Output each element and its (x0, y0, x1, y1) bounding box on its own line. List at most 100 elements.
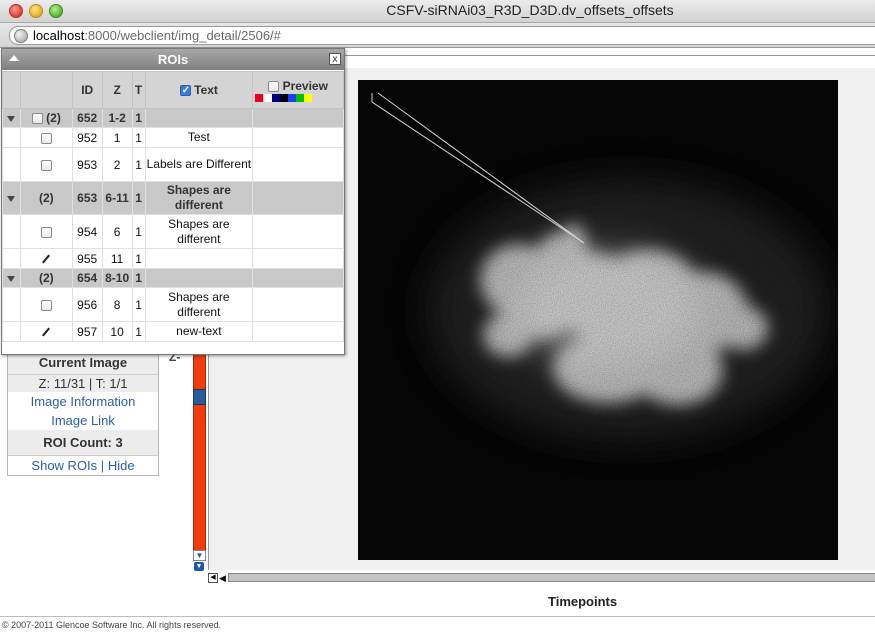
roi-id: 952 (71, 127, 103, 148)
group-select-cell[interactable]: (2) (19, 181, 73, 215)
z-step-down-button[interactable]: ▼ (193, 550, 206, 561)
t-slider-track[interactable] (228, 573, 875, 582)
roi-shape-row[interactable]: 956 8 1 Shapes are different (2, 287, 344, 322)
shape-icon-cell[interactable] (19, 248, 73, 269)
roi-id: 653 (71, 181, 103, 215)
roi-id: 954 (71, 214, 103, 249)
roi-dialog-header[interactable]: ROIs x (2, 49, 344, 70)
roi-id: 652 (71, 108, 103, 128)
text-column-header[interactable]: Text (144, 71, 254, 109)
preview-color-swatch[interactable] (255, 93, 264, 102)
roi-id: 957 (71, 321, 103, 342)
preview-color-swatch[interactable] (288, 93, 297, 102)
roi-z: 8 (101, 287, 133, 322)
close-icon[interactable]: x (329, 53, 341, 65)
rectangle-shape-icon[interactable] (40, 159, 52, 171)
url-path: :8000/webclient/img_detail/2506/# (84, 28, 281, 43)
roi-t: 1 (131, 287, 146, 322)
image-info-panel: Current Image Z: 11/31 | T: 1/1 Image In… (7, 350, 159, 476)
expand-triangle-icon[interactable] (7, 275, 16, 282)
url-field[interactable]: localhost:8000/webclient/img_detail/2506… (9, 26, 875, 45)
footer-copyright: © 2007-2011 Glencoe Software Inc. All ri… (0, 616, 875, 633)
indent-cell (2, 287, 21, 322)
preview-color-swatch[interactable] (296, 93, 305, 102)
rectangle-shape-icon[interactable] (40, 226, 52, 238)
preview-color-swatch[interactable] (264, 93, 273, 102)
roi-shape-row[interactable]: 955 11 1 (2, 248, 344, 269)
image-link[interactable]: Image Link (8, 411, 158, 430)
roi-group-row[interactable]: (2) 652 1-2 1 (2, 108, 344, 128)
roi-shape-row[interactable]: 954 6 1 Shapes are different (2, 214, 344, 249)
line-shape-icon[interactable] (42, 327, 51, 337)
roi-text: Test (144, 127, 254, 148)
roi-text: Shapes are different (144, 181, 254, 215)
group-checkbox[interactable] (31, 113, 43, 125)
t-first-button[interactable]: ◀ (208, 573, 218, 583)
group-count: (2) (46, 111, 61, 125)
indent-cell (2, 127, 21, 148)
address-bar: localhost:8000/webclient/img_detail/2506… (0, 23, 875, 48)
roi-text (144, 108, 254, 128)
z-last-button[interactable]: ▼ (194, 562, 204, 571)
expand-toggle[interactable] (2, 181, 21, 215)
image-information-link[interactable]: Image Information (8, 392, 158, 411)
roi-group-row[interactable]: (2) 653 6-11 1 Shapes are different (2, 181, 344, 215)
z-slider-handle[interactable] (193, 389, 206, 405)
microscopy-image[interactable] (358, 80, 838, 560)
roi-shape-row[interactable]: 952 1 1 Test (2, 127, 344, 148)
z-slider-track[interactable] (193, 350, 206, 557)
roi-preview (252, 181, 344, 215)
roi-t: 1 (131, 127, 146, 148)
roi-count: ROI Count: 3 (8, 430, 158, 455)
hide-rois-link[interactable]: Hide (108, 458, 135, 473)
rectangle-shape-icon[interactable] (40, 299, 52, 311)
roi-group-row[interactable]: (2) 654 8-10 1 (2, 268, 344, 288)
roi-table: ID Z T Text Preview (2)6521-2195211Test9… (2, 71, 344, 342)
group-select-cell[interactable]: (2) (19, 108, 73, 128)
group-count: (2) (38, 271, 54, 285)
zoom-window-button[interactable] (49, 4, 63, 18)
roi-dialog: ROIs x ID Z T Text Preview (2)6521-21952… (1, 48, 345, 355)
roi-z: 2 (101, 147, 133, 182)
expand-toggle[interactable] (2, 268, 21, 288)
roi-text (144, 248, 254, 269)
preview-color-swatch[interactable] (304, 93, 313, 102)
window-titlebar: CSFV-siRNAi03_R3D_D3D.dv_offsets_offsets (0, 0, 875, 23)
roi-text: Shapes are different (144, 214, 254, 249)
shape-icon-cell[interactable] (19, 127, 73, 148)
roi-t: 1 (131, 321, 146, 342)
expand-toggle[interactable] (2, 108, 21, 128)
roi-t: 1 (131, 268, 146, 288)
preview-toggle-checkbox[interactable] (268, 80, 280, 92)
expand-column-header (2, 71, 21, 109)
expand-triangle-icon[interactable] (7, 115, 16, 122)
roi-shape-row[interactable]: 953 2 1 Labels are Different (2, 147, 344, 182)
roi-z: 6-11 (101, 181, 133, 215)
t-step-back-button[interactable]: ◀ (219, 573, 227, 584)
rectangle-shape-icon[interactable] (40, 132, 52, 144)
roi-id: 654 (71, 268, 103, 288)
line-shape-icon[interactable] (42, 254, 51, 264)
expand-triangle-icon[interactable] (7, 195, 16, 202)
shape-icon-cell[interactable] (19, 321, 73, 342)
minimize-window-button[interactable] (29, 4, 43, 18)
roi-t: 1 (131, 214, 146, 249)
preview-column-label: Preview (282, 78, 328, 93)
roi-visibility-links: Show ROIs | Hide (8, 455, 158, 475)
text-toggle-checkbox[interactable] (179, 85, 191, 97)
roi-z: 10 (101, 321, 133, 342)
shape-icon-cell[interactable] (19, 147, 73, 182)
preview-color-swatch[interactable] (280, 93, 289, 102)
roi-z: 1 (101, 127, 133, 148)
preview-column-header[interactable]: Preview (252, 71, 344, 109)
preview-color-swatches (253, 93, 343, 102)
image-canvas (358, 80, 838, 560)
preview-color-swatch[interactable] (272, 93, 281, 102)
group-select-cell[interactable]: (2) (19, 268, 73, 288)
shape-icon-cell[interactable] (19, 287, 73, 322)
show-rois-link[interactable]: Show ROIs (31, 458, 97, 473)
url-text[interactable]: localhost:8000/webclient/img_detail/2506… (33, 28, 281, 43)
roi-shape-row[interactable]: 957 10 1 new-text (2, 321, 344, 342)
shape-icon-cell[interactable] (19, 214, 73, 249)
close-window-button[interactable] (9, 4, 23, 18)
